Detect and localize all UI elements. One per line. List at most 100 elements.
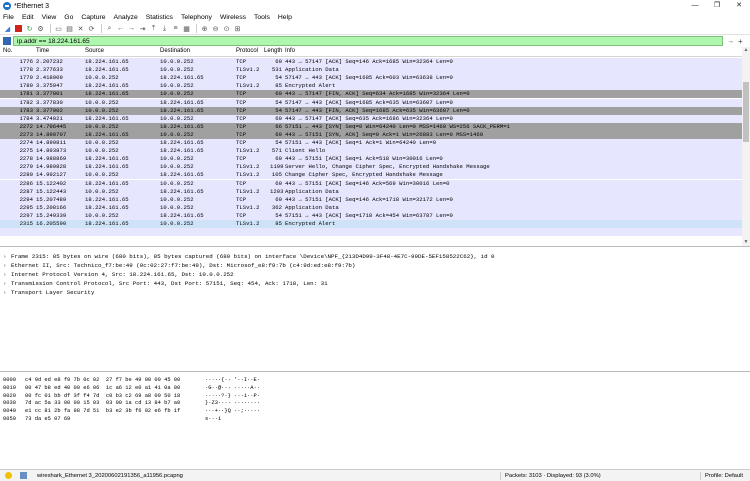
menu-telephony[interactable]: Telephony	[181, 14, 212, 21]
packet-row[interactable]: 2295 15.208166 18.224.161.65 10.0.0.252 TLSv…	[0, 203, 742, 212]
column-header-protocol[interactable]: Protocol	[236, 48, 258, 54]
detail-row-ethernet[interactable]: › Ethernet II, Src: Technico_f7:be:49 (0c…	[0, 261, 750, 270]
detail-row-frame[interactable]: › Frame 2315: 85 bytes on wire (680 bits)…	[0, 252, 750, 261]
bytes-row[interactable]: 0010 00 47 b8 ed 40 00 e6 06 1c a6 12 e0 …	[0, 385, 750, 393]
column-header-time[interactable]: Time	[36, 48, 49, 54]
display-filter-input[interactable]: ip.addr == 18.224.161.65	[13, 36, 723, 46]
packet-row[interactable]: 2274 14.890811 10.0.0.252 18.224.161.65 TCP 5…	[0, 139, 742, 148]
packet-row[interactable]: 1781 3.377801 18.224.161.65 10.0.0.252 TCP 60…	[0, 90, 742, 99]
menu-tools[interactable]: Tools	[254, 14, 270, 21]
packet-row[interactable]: 1784 3.474021 18.224.161.65 10.0.0.252 TCP 60…	[0, 114, 742, 123]
menu-go[interactable]: Go	[64, 14, 73, 21]
menu-file[interactable]: File	[3, 14, 14, 21]
capture-options-icon[interactable]: ⚙	[36, 24, 45, 33]
go-to-packet-icon[interactable]: ⇥	[138, 24, 147, 33]
capture-comment-icon[interactable]	[20, 472, 27, 479]
packet-cell-proto: TLSv1.2	[236, 147, 260, 155]
menu-wireless[interactable]: Wireless	[220, 14, 246, 21]
find-packet-icon[interactable]: ⌕	[105, 24, 114, 33]
packet-row[interactable]: 2287 15.122443 10.0.0.252 18.224.161.65 TLSv…	[0, 187, 742, 196]
packet-row[interactable]: 2273 14.890707 18.224.161.65 10.0.0.252 TCP 6…	[0, 130, 742, 139]
normal-size-icon[interactable]: ⊙	[222, 24, 231, 33]
packet-row[interactable]: 1782 3.377830 10.0.0.252 18.224.161.65 TCP 54…	[0, 98, 742, 107]
stop-capture-icon[interactable]	[15, 25, 22, 32]
packet-cell-info: 57147 → 443 [ACK] Seq=1685 Ack=603 Win=6…	[285, 74, 453, 82]
packet-row[interactable]: 1776 2.207232 18.224.161.65 10.0.0.252 TCP 60…	[0, 58, 742, 67]
packet-row[interactable]: 2275 14.893873 10.0.0.252 18.224.161.65 TLSv…	[0, 147, 742, 156]
menu-analyze[interactable]: Analyze	[114, 14, 138, 21]
column-header-destination[interactable]: Destination	[160, 48, 190, 54]
bytes-row[interactable]: 0050 73 da e5 07 69 s···i	[0, 416, 750, 424]
restart-capture-icon[interactable]: ↻	[25, 24, 34, 33]
zoom-out-icon[interactable]: ⊖	[211, 24, 220, 33]
last-packet-icon[interactable]: ⤓	[160, 24, 169, 33]
packet-row[interactable]: 1780 3.375947 18.224.161.65 10.0.0.252 TLSv1…	[0, 82, 742, 91]
packet-cell-info: Application Data	[285, 187, 339, 195]
packet-list-scrollbar[interactable]: ▲ ▼	[742, 47, 750, 246]
save-file-icon[interactable]: ▤	[65, 24, 74, 33]
packet-row[interactable]: 1783 3.377902 10.0.0.252 18.224.161.65 TCP 54…	[0, 106, 742, 115]
packet-row[interactable]: 2279 14.989828 18.224.161.65 10.0.0.252 TLSv…	[0, 163, 742, 172]
open-file-icon[interactable]: ▭	[54, 24, 63, 33]
packet-cell-time: 14.890811	[36, 139, 67, 146]
apply-filter-icon[interactable]: →	[727, 38, 734, 45]
detail-row-ip[interactable]: › Internet Protocol Version 4, Src: 18.22…	[0, 270, 750, 279]
detail-row-tcp[interactable]: › Transmission Control Protocol, Src Port…	[0, 279, 750, 288]
packet-cell-dst: 18.224.161.65	[160, 139, 204, 146]
colorize-icon[interactable]: ▦	[182, 24, 191, 33]
packet-cell-dst: 10.0.0.252	[160, 58, 194, 65]
packet-row[interactable]: 2272 14.796445 10.0.0.252 18.224.161.65 TCP 6…	[0, 122, 742, 131]
packet-row[interactable]	[0, 228, 742, 237]
column-header-info[interactable]: Info	[285, 48, 295, 54]
menu-view[interactable]: View	[42, 14, 57, 21]
start-capture-icon[interactable]: ◢	[3, 24, 12, 33]
menu-statistics[interactable]: Statistics	[146, 14, 173, 21]
packet-cell-no: 2315	[19, 220, 33, 227]
column-header-length[interactable]: Length	[264, 48, 282, 54]
close-file-icon[interactable]: ✕	[76, 24, 85, 33]
bytes-row[interactable]: 0030 7d ac 5a 33 00 00 15 03 03 00 1a cd …	[0, 400, 750, 408]
packet-row[interactable]: 1778 2.377633 18.224.161.65 10.0.0.252 TLSv1…	[0, 66, 742, 75]
packet-list: No. Time Source Destination Protocol Len…	[0, 47, 750, 247]
expand-arrow-icon[interactable]: ›	[3, 288, 11, 297]
expand-arrow-icon[interactable]: ›	[3, 261, 11, 270]
expand-arrow-icon[interactable]: ›	[3, 252, 11, 261]
detail-row-tls[interactable]: › Transport Layer Security	[0, 288, 750, 297]
expand-arrow-icon[interactable]: ›	[3, 270, 11, 279]
menu-capture[interactable]: Capture	[81, 14, 105, 21]
resize-columns-icon[interactable]: ⊞	[233, 24, 242, 33]
scroll-thumb[interactable]	[743, 82, 749, 142]
zoom-in-icon[interactable]: ⊕	[200, 24, 209, 33]
packet-cell-dst: 18.224.161.65	[160, 171, 204, 179]
packet-row[interactable]: 2294 15.207489 18.224.161.65 10.0.0.252 TCP 6…	[0, 195, 742, 204]
bytes-row[interactable]: 0040 e1 cc 81 2b fa 98 7d 51 b3 e2 3b f6 …	[0, 408, 750, 416]
minimize-button[interactable]: —	[684, 0, 706, 12]
reload-file-icon[interactable]: ⟳	[87, 24, 96, 33]
menu-edit[interactable]: Edit	[22, 14, 34, 21]
go-forward-icon[interactable]: →	[127, 24, 136, 33]
expand-arrow-icon[interactable]: ›	[3, 279, 11, 288]
bytes-row[interactable]: 0020 00 fc 01 bb df 3f f4 7d c0 b3 c2 69 …	[0, 393, 750, 401]
packet-row[interactable]: 1779 2.418909 10.0.0.252 18.224.161.65 TCP 54…	[0, 74, 742, 83]
go-back-icon[interactable]: ←	[116, 24, 125, 33]
first-packet-icon[interactable]: ⤒	[149, 24, 158, 33]
bookmark-filter-icon[interactable]	[3, 37, 11, 45]
scroll-up-icon[interactable]: ▲	[742, 47, 750, 55]
menu-help[interactable]: Help	[278, 14, 292, 21]
packet-row[interactable]: 2315 16.205590 18.224.161.65 10.0.0.252 TLSv…	[0, 220, 742, 229]
expert-info-icon[interactable]	[5, 472, 12, 479]
profile-selector[interactable]: Profile: Default	[705, 473, 743, 479]
column-header-source[interactable]: Source	[85, 48, 104, 54]
scroll-down-icon[interactable]: ▼	[742, 239, 750, 246]
packet-row[interactable]: 2280 14.992127 10.0.0.252 18.224.161.65 TLSv…	[0, 171, 742, 180]
close-button[interactable]: ✕	[728, 0, 750, 12]
bytes-row[interactable]: 0000 c4 9d ed e8 f9 7b 0c 02 27 f7 be 49 …	[0, 377, 750, 385]
add-filter-button-icon[interactable]: +	[738, 37, 743, 46]
packet-row[interactable]: 2278 14.988869 18.224.161.65 10.0.0.252 TCP 6…	[0, 155, 742, 164]
autoscroll-icon[interactable]: ≡	[171, 24, 180, 33]
packet-row[interactable]: 2297 15.249339 10.0.0.252 18.224.161.65 TCP 5…	[0, 211, 742, 220]
column-header-no[interactable]: No.	[3, 48, 12, 54]
maximize-button[interactable]: ❐	[706, 0, 728, 12]
packet-cell-info: 57147 → 443 [FIN, ACK] Seq=1685 Ack=635 …	[285, 106, 470, 114]
packet-row[interactable]: 2286 15.122402 18.224.161.65 10.0.0.252 TCP 6…	[0, 179, 742, 188]
